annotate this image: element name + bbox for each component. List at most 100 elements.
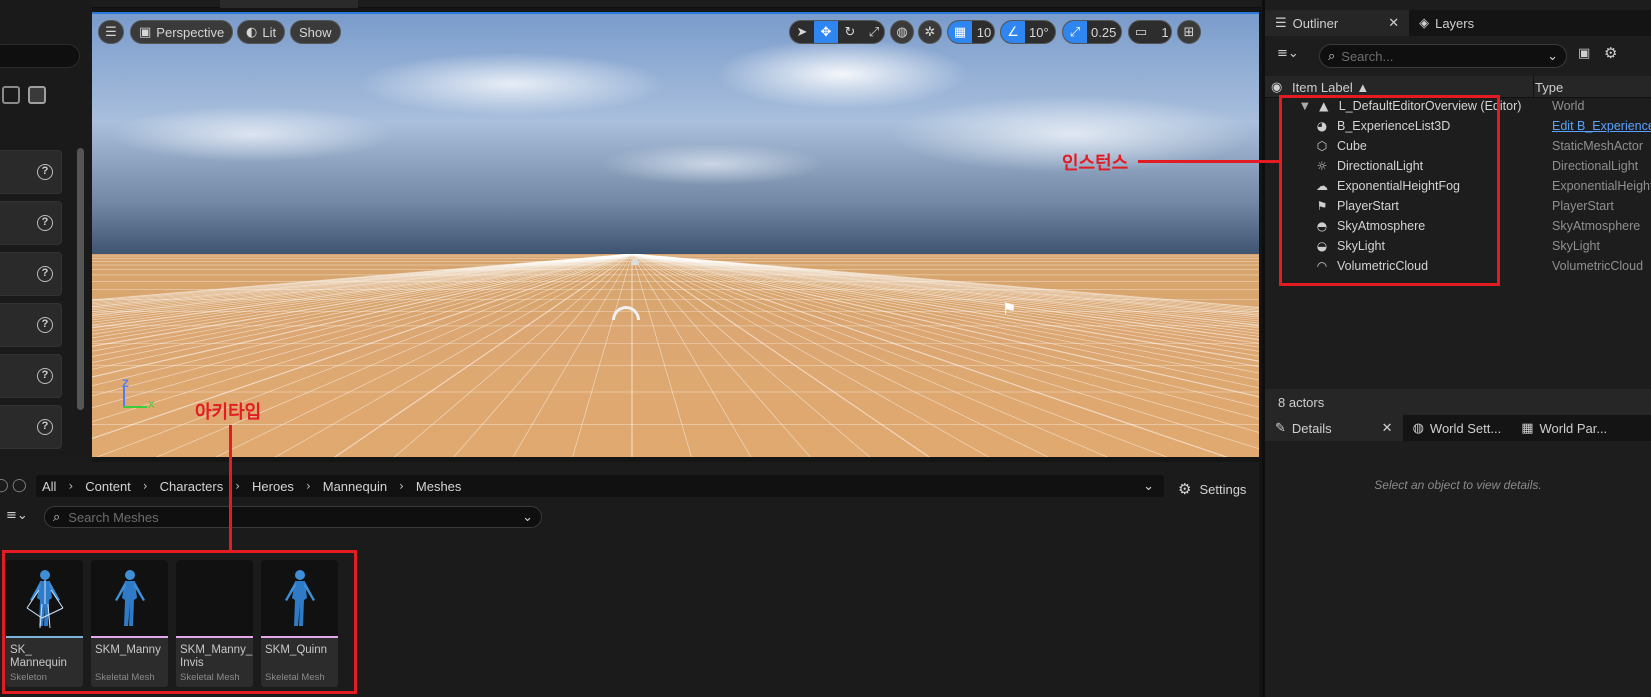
surface-snap-button[interactable]: ✲	[918, 20, 942, 44]
breadcrumb-item[interactable]: Mannequin	[317, 479, 393, 494]
outliner-item-type: StaticMeshActor	[1552, 139, 1644, 153]
gizmo-x-label: X	[148, 400, 155, 411]
translate-tool[interactable]: ✥	[814, 21, 838, 43]
column-item-label[interactable]: Item Label ▲	[1292, 80, 1369, 95]
help-icon[interactable]: ?	[37, 317, 53, 333]
property-row[interactable]: ?	[0, 405, 62, 449]
close-icon[interactable]: ✕	[1382, 420, 1393, 436]
filter-icon[interactable]: ≡⌄	[1277, 46, 1299, 61]
panel-toggle-icon[interactable]	[2, 86, 20, 104]
grid-snap-toggle[interactable]: ▦	[948, 21, 972, 43]
outliner-item-type: SkyAtmosphere	[1552, 219, 1641, 233]
details-tabbar: ✎ Details ✕ ◍ World Sett... ▦ World Par.…	[1265, 415, 1651, 441]
breadcrumb-separator[interactable]: ›	[137, 479, 154, 493]
help-icon[interactable]: ?	[37, 419, 53, 435]
chevron-down-icon: ⌄	[522, 509, 533, 525]
breadcrumb-item[interactable]: Content	[79, 479, 137, 494]
outliner-icon: ☰	[1275, 15, 1287, 31]
property-row[interactable]: ?	[0, 303, 62, 347]
left-scrollbar[interactable]	[77, 148, 84, 410]
move-icon: ✥	[820, 24, 832, 40]
perspective-button[interactable]: ▣ Perspective	[130, 20, 234, 44]
viewport-menu-button[interactable]: ☰	[98, 20, 124, 44]
world-local-button[interactable]: ◍	[890, 20, 914, 44]
camera-speed-value[interactable]: 1	[1153, 21, 1171, 43]
forward-icon[interactable]: ◯	[12, 478, 27, 493]
globe-icon: ◍	[896, 24, 908, 40]
mesh-search-input[interactable]: ⌕ Search Meshes ⌄	[44, 506, 542, 528]
tab-world-partition[interactable]: ▦ World Par...	[1511, 415, 1617, 441]
tab-details[interactable]: ✎ Details ✕	[1265, 415, 1403, 441]
layout-button[interactable]: ⊞	[1177, 20, 1201, 44]
player-start-actor-icon[interactable]: ⚑	[1002, 299, 1016, 318]
globe-icon: ◍	[1412, 420, 1424, 436]
help-icon[interactable]: ?	[37, 215, 53, 231]
gizmo-x-axis	[123, 406, 147, 408]
cube-icon: ▣	[139, 24, 152, 40]
editor-top-bar	[0, 0, 1262, 8]
tab-layers[interactable]: ◈ Layers	[1409, 10, 1484, 36]
breadcrumb: All › Content › Characters › Heroes › Mannequin ›…	[36, 475, 1164, 497]
copy-icon[interactable]	[28, 86, 46, 104]
gear-icon[interactable]: ⚙	[1604, 44, 1617, 62]
breadcrumb-separator[interactable]: ›	[393, 479, 410, 493]
breadcrumb-item[interactable]: Heroes	[246, 479, 300, 494]
camera-icon: ▭	[1134, 24, 1148, 40]
search-icon: ⌕	[1328, 48, 1336, 64]
gear-icon: ⚙	[1178, 480, 1192, 498]
scale-snap-toggle[interactable]: ⤢	[1063, 21, 1087, 43]
lit-button[interactable]: ◐ Lit	[237, 20, 286, 44]
gizmo-z-label: Z	[122, 378, 129, 390]
level-tab[interactable]	[220, 0, 358, 8]
visibility-eye-icon[interactable]: ◉	[1271, 80, 1282, 95]
chevron-down-icon[interactable]: ⌄	[1143, 479, 1164, 494]
grid-snap-value[interactable]: 10	[972, 21, 994, 43]
scale-snap-icon: ⤢	[1069, 24, 1081, 40]
help-icon[interactable]: ?	[37, 266, 53, 282]
scale-snap-group: ⤢ 0.25	[1062, 20, 1122, 44]
help-icon[interactable]: ?	[37, 164, 53, 180]
outliner-item-type: ExponentialHeightFog	[1552, 179, 1651, 193]
outliner-item-type: DirectionalLight	[1552, 159, 1639, 173]
tab-world-settings[interactable]: ◍ World Sett...	[1403, 415, 1512, 441]
property-row[interactable]: ?	[0, 252, 62, 296]
layers-icon: ◈	[1419, 15, 1430, 31]
scale-tool[interactable]: ⤢	[862, 21, 884, 43]
column-type[interactable]: Type	[1535, 80, 1563, 95]
property-row[interactable]: ?	[0, 150, 62, 194]
level-viewport[interactable]: ⚑ ☰ ▣ Perspective ◐ Lit Show ➤ ✥ ↻ ⤢ ◍ ✲ ▦…	[92, 12, 1259, 457]
outliner-item-type[interactable]: Edit B_ExperienceList3D	[1552, 119, 1651, 133]
floor-grid	[92, 254, 1259, 457]
scale-snap-value[interactable]: 0.25	[1087, 21, 1120, 43]
breadcrumb-item[interactable]: Meshes	[410, 479, 468, 494]
left-search-field[interactable]	[0, 44, 80, 68]
lit-sphere-icon: ◐	[246, 24, 258, 40]
breadcrumb-item[interactable]: All	[36, 479, 62, 494]
property-row[interactable]: ?	[0, 354, 62, 398]
outliner-item-type: VolumetricCloud	[1552, 259, 1644, 273]
add-folder-icon[interactable]: ▣	[1578, 46, 1590, 61]
settings-button[interactable]: ⚙ Settings	[1178, 480, 1246, 498]
rotate-tool[interactable]: ↻	[838, 21, 862, 43]
breadcrumb-separator[interactable]: ›	[300, 479, 317, 493]
rotation-snap-value[interactable]: 10°	[1025, 21, 1053, 43]
actor-count: 8 actors	[1265, 389, 1651, 415]
select-tool[interactable]: ➤	[790, 21, 814, 43]
rotation-snap-toggle[interactable]: ∠	[1001, 21, 1025, 43]
show-button[interactable]: Show	[290, 20, 341, 44]
filter-icon[interactable]: ≡⌄	[6, 508, 28, 523]
sphere-actor-icon[interactable]	[631, 259, 639, 265]
help-icon[interactable]: ?	[37, 368, 53, 384]
breadcrumb-item[interactable]: Characters	[154, 479, 230, 494]
snap-icon: ✲	[924, 24, 936, 40]
tab-outliner[interactable]: ☰ Outliner ✕	[1265, 10, 1410, 36]
breadcrumb-separator[interactable]: ›	[62, 479, 79, 493]
back-icon[interactable]: ◯	[0, 478, 9, 493]
chevron-down-icon: ⌄	[1547, 48, 1558, 64]
angle-icon: ∠	[1007, 24, 1019, 40]
outliner-search-input[interactable]: ⌕ Search... ⌄	[1319, 44, 1567, 68]
property-row[interactable]: ?	[0, 201, 62, 245]
camera-speed-button[interactable]: ▭	[1129, 21, 1153, 43]
grid-snap-group: ▦ 10	[947, 20, 995, 44]
close-icon[interactable]: ✕	[1388, 15, 1399, 31]
